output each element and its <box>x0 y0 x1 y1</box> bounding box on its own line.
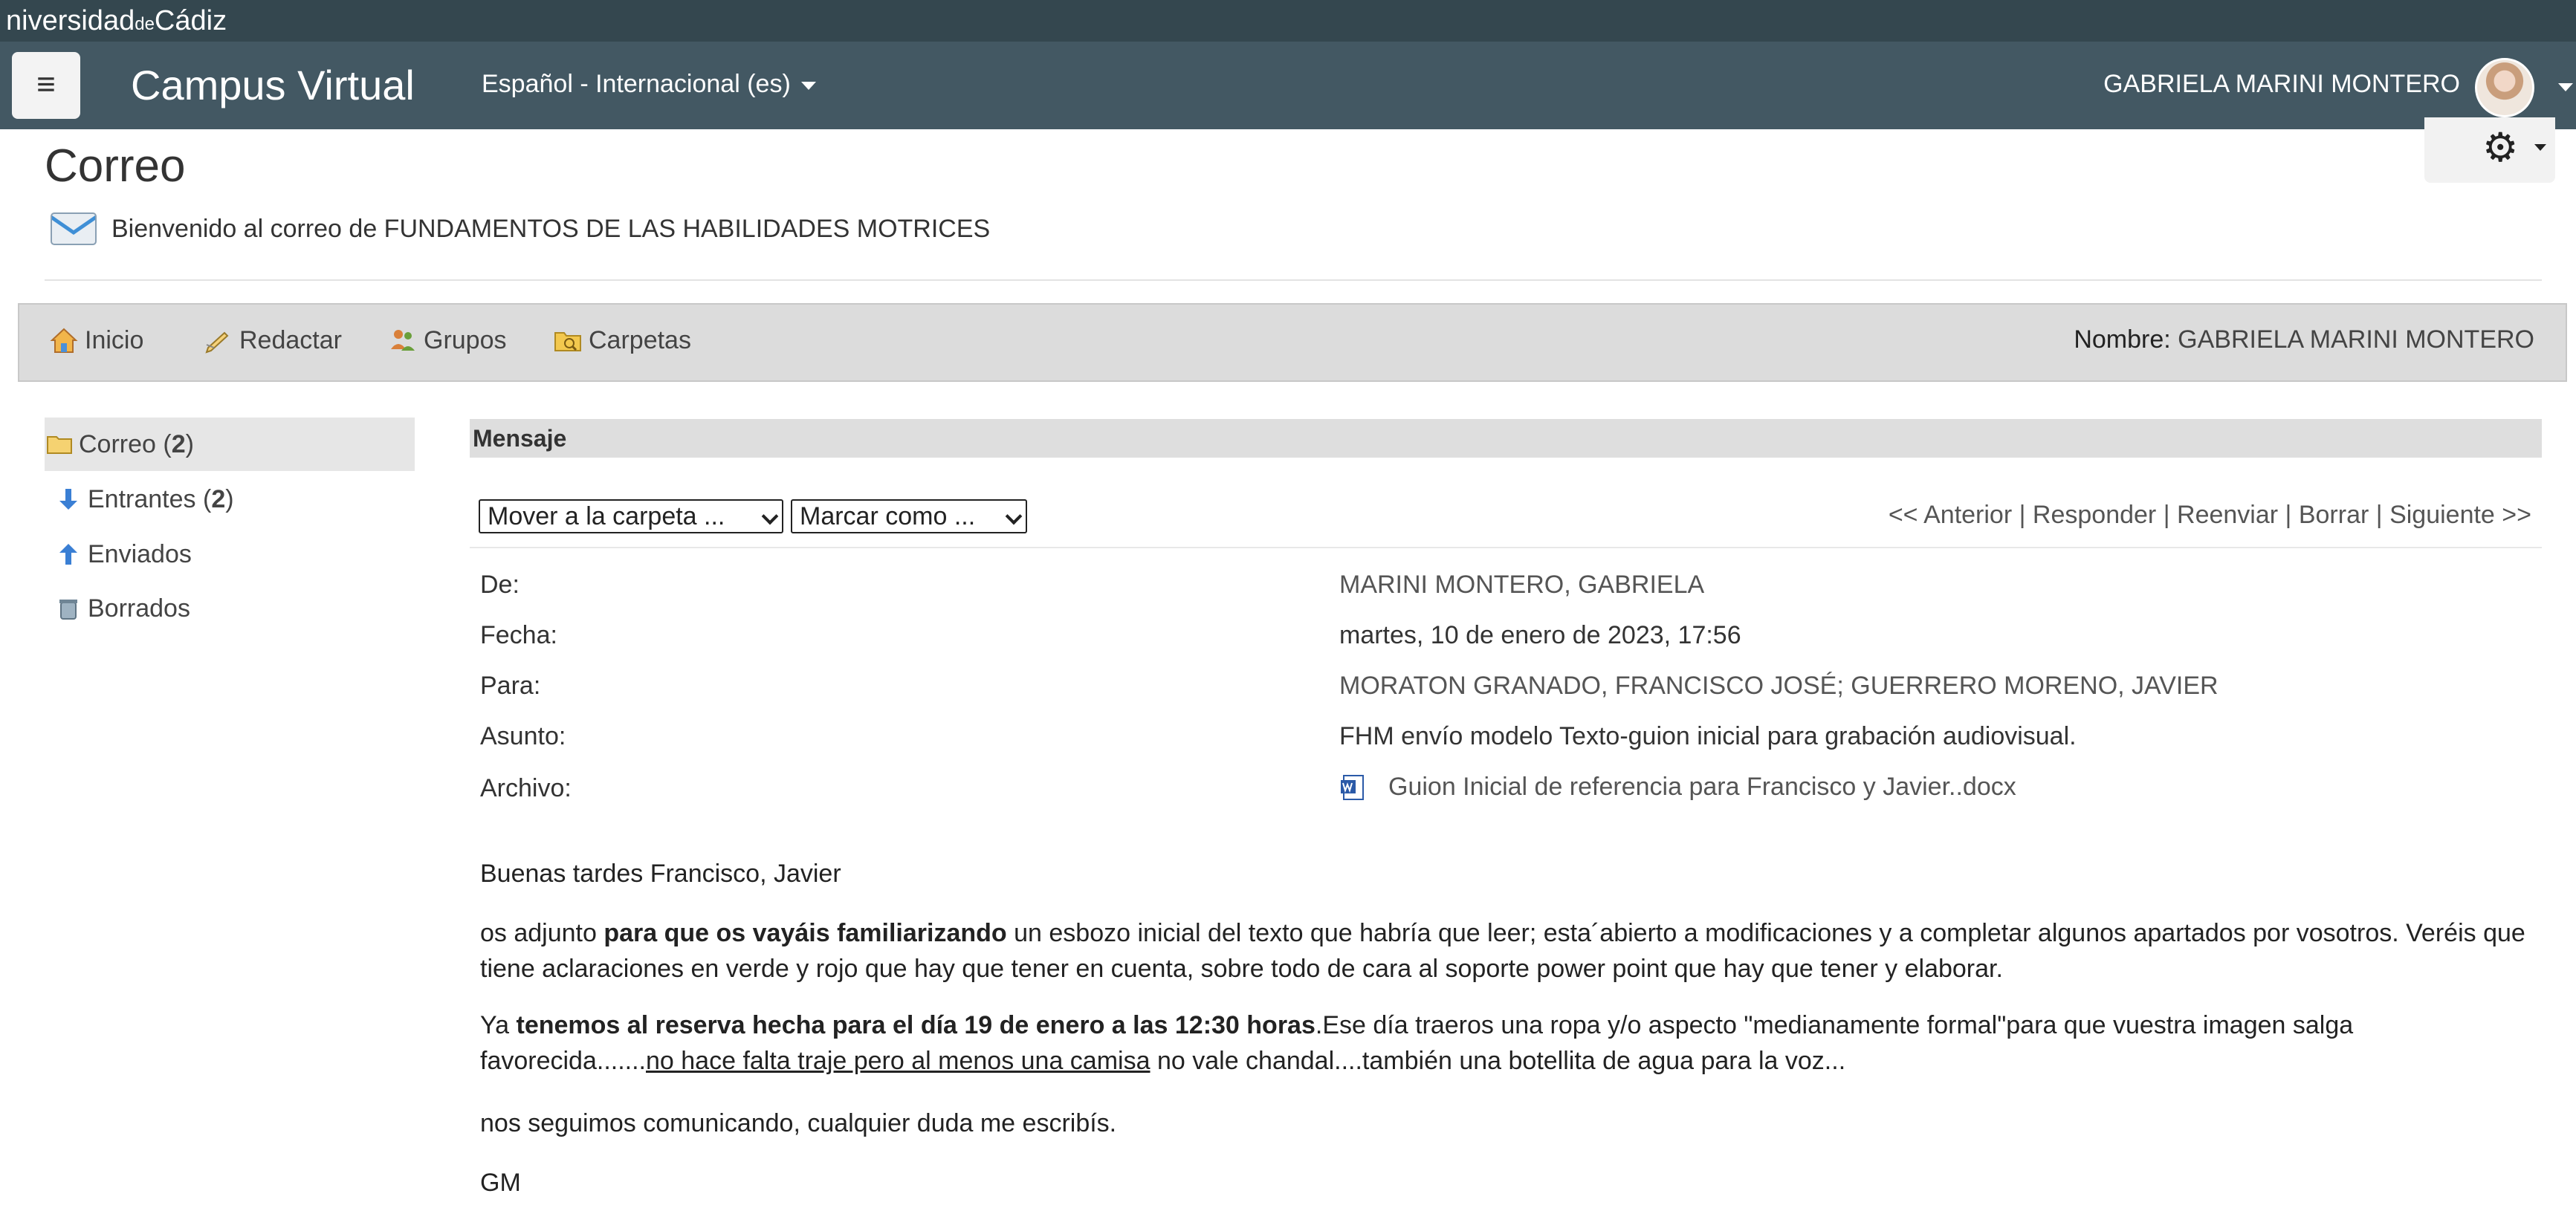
sidebar-item-label: Correo (2) <box>79 430 194 459</box>
body-greeting: Buenas tardes Francisco, Javier <box>480 860 841 888</box>
chevron-down-icon <box>1005 507 1023 525</box>
welcome-banner: Bienvenido al correo de FUNDAMENTOS DE L… <box>51 210 990 248</box>
body-paragraph-2: Ya tenemos al reserva hecha para el día … <box>480 1007 2546 1079</box>
word-document-icon <box>1341 774 1364 800</box>
university-brand: niversidaddeCádiz <box>0 0 2576 42</box>
toolbar-compose-label: Redactar <box>239 325 342 354</box>
bold-run: tenemos al reserva hecha para el día 19 … <box>516 1011 1315 1039</box>
mark-select-value: Marcar como ... <box>800 502 976 530</box>
groups-icon <box>391 330 415 351</box>
subject-label: Asunto: <box>480 722 566 750</box>
reply-link[interactable]: Responder <box>2033 501 2156 529</box>
settings-menu-button[interactable]: ⚙ <box>2424 117 2555 183</box>
toolbar-compose-link[interactable]: Redactar <box>204 325 342 355</box>
body-signature: GM <box>480 1169 521 1197</box>
message-nav-links: << Anterior | Responder | Reenviar | Bor… <box>1889 501 2531 530</box>
gear-icon: ⚙ <box>2482 126 2519 170</box>
page-title: Correo <box>45 140 186 192</box>
sidebar-item-borrados[interactable]: Borrados <box>55 592 190 625</box>
toolbar-groups-link[interactable]: Grupos <box>388 325 507 355</box>
body-paragraph-1: os adjunto para que os vayáis familiariz… <box>480 915 2546 987</box>
text-run: os adjunto <box>480 919 604 947</box>
forward-link[interactable]: Reenviar <box>2177 501 2278 529</box>
text-run: no vale chandal....también una botellita… <box>1150 1047 1846 1075</box>
folders-icon <box>554 332 581 351</box>
arrow-up-icon <box>59 544 77 565</box>
hamburger-menu-button[interactable]: ≡ <box>12 52 80 119</box>
from-label: De: <box>480 571 520 599</box>
sidebar-item-correo[interactable]: Correo (2) <box>45 418 415 471</box>
toolbar-folders-link[interactable]: Carpetas <box>553 325 691 355</box>
top-navbar: ≡ Campus Virtual Español - Internacional… <box>0 42 2576 129</box>
bold-run: para que os vayáis familiarizando <box>603 919 1007 947</box>
arrow-down-icon <box>59 489 77 510</box>
next-link[interactable]: Siguiente >> <box>2389 501 2531 529</box>
caret-down-icon <box>800 81 816 90</box>
name-label: Nombre: <box>2074 325 2171 354</box>
toolbar-home-link[interactable]: Inicio <box>49 325 143 355</box>
to-label: Para: <box>480 672 541 700</box>
previous-link[interactable]: << Anterior <box>1889 501 2012 529</box>
sidebar-label-suffix: ) <box>185 429 194 458</box>
move-to-folder-select[interactable]: Mover a la carpeta ... <box>479 499 783 533</box>
hamburger-icon: ≡ <box>36 66 56 103</box>
sidebar-label-suffix: ) <box>225 484 234 513</box>
unread-count: 2 <box>211 484 226 513</box>
nav-separator: | <box>2285 501 2292 529</box>
site-title[interactable]: Campus Virtual <box>131 61 415 109</box>
user-menu-name[interactable]: GABRIELA MARINI MONTERO <box>2103 70 2460 99</box>
text-run: Ya <box>480 1011 517 1039</box>
mark-as-select[interactable]: Marcar como ... <box>791 499 1027 533</box>
nav-separator: | <box>2163 501 2170 529</box>
nav-separator: | <box>2375 501 2383 529</box>
move-select-value: Mover a la carpeta ... <box>488 502 725 530</box>
date-label: Fecha: <box>480 621 557 649</box>
language-label: Español - Internacional (es) <box>482 70 791 98</box>
message-divider <box>470 547 2542 548</box>
sidebar-item-entrantes[interactable]: Entrantes (2) <box>55 483 234 516</box>
unread-count: 2 <box>171 429 186 458</box>
sidebar-label-text: Entrantes ( <box>88 484 212 513</box>
sidebar-item-label: Borrados <box>88 594 190 623</box>
brand-text-de: de <box>135 14 155 34</box>
underlined-run: no hace falta traje pero al menos una ca… <box>646 1047 1151 1075</box>
delete-link[interactable]: Borrar <box>2299 501 2369 529</box>
brand-text-main: niversidad <box>6 5 135 36</box>
nav-separator: | <box>2019 501 2026 529</box>
message-section-header: Mensaje <box>470 419 2542 458</box>
chevron-down-icon <box>761 507 779 525</box>
toolbar-home-label: Inicio <box>85 325 144 354</box>
from-value: MARINI MONTERO, GABRIELA <box>1339 571 1705 599</box>
sidebar-item-label: Enviados <box>88 539 192 568</box>
home-icon <box>50 328 78 353</box>
toolbar-groups-label: Grupos <box>424 325 507 354</box>
attachment-link[interactable]: Guion Inicial de referencia para Francis… <box>1339 773 2016 802</box>
attachment-label: Archivo: <box>480 774 572 802</box>
sidebar-item-enviados[interactable]: Enviados <box>55 538 192 571</box>
welcome-text: Bienvenido al correo de FUNDAMENTOS DE L… <box>111 214 991 243</box>
trash-icon <box>59 600 77 620</box>
date-value: martes, 10 de enero de 2023, 17:56 <box>1339 621 1741 649</box>
caret-down-icon <box>2534 144 2546 151</box>
sidebar-label-text: Correo ( <box>79 429 172 458</box>
toolbar-user-name: Nombre: GABRIELA MARINI MONTERO <box>2074 325 2534 354</box>
attachment-filename: Guion Inicial de referencia para Francis… <box>1388 773 2016 801</box>
sidebar-item-label: Entrantes (2) <box>88 485 234 514</box>
name-value: GABRIELA MARINI MONTERO <box>2178 325 2534 354</box>
subject-value: FHM envío modelo Texto-guion inicial par… <box>1339 722 2077 750</box>
mail-toolbar: Inicio Redactar Grupos Carpetas Nombre: … <box>18 303 2567 382</box>
language-menu[interactable]: Español - Internacional (es) <box>482 70 816 99</box>
brand-text-city: Cádiz <box>154 5 227 36</box>
avatar[interactable] <box>2475 58 2534 117</box>
toolbar-folders-label: Carpetas <box>589 325 691 354</box>
user-menu-caret-icon[interactable] <box>2558 83 2573 91</box>
body-paragraph-3: nos seguimos comunicando, cualquier duda… <box>480 1109 1117 1137</box>
compose-icon <box>205 331 229 354</box>
envelope-icon <box>51 212 97 245</box>
to-value: MORATON GRANADO, FRANCISCO JOSÉ; GUERRER… <box>1339 672 2219 700</box>
header-divider <box>45 279 2542 281</box>
folder-icon <box>47 436 72 454</box>
